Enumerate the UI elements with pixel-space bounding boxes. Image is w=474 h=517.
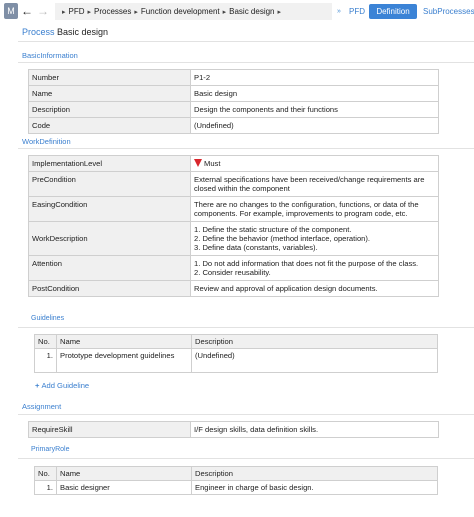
table-header-row: No. Name Description (34, 334, 438, 349)
primary-role-table: No. Name Description 1. Basic designer E… (34, 466, 438, 495)
section-header-primary-role: PrimaryRole (31, 446, 70, 453)
table-row: WorkDescription 1. Define the static str… (28, 221, 439, 256)
model-badge[interactable]: M (4, 3, 18, 19)
chevron-right-icon: ▸ (87, 8, 92, 16)
breadcrumb-item-pfd[interactable]: PFD (69, 7, 85, 16)
table-header-row: No. Name Description (34, 466, 438, 481)
back-arrow-icon[interactable]: ← (20, 3, 34, 19)
guideline-name[interactable]: Prototype development guidelines (56, 348, 192, 373)
property-value-name[interactable]: Basic design (190, 85, 439, 102)
property-label: RequireSkill (28, 421, 191, 438)
property-value-work-description[interactable]: 1. Define the static structure of the co… (190, 221, 439, 256)
property-value-require-skill[interactable]: I/F design skills, data definition skill… (190, 421, 439, 438)
table-row: Code (Undefined) (28, 117, 439, 134)
breadcrumb: ▸ PFD ▸ Processes ▸ Function development… (55, 3, 332, 20)
guidelines-table: No. Name Description 1. Prototype develo… (34, 334, 438, 373)
property-label: Attention (28, 255, 191, 281)
property-label: Description (28, 101, 191, 118)
table-row: EasingCondition There are no changes to … (28, 196, 439, 222)
table-row: Attention 1. Do not add information that… (28, 255, 439, 281)
chevron-right-icon: ▸ (62, 8, 66, 16)
property-value-number[interactable]: P1-2 (190, 69, 439, 86)
red-flag-icon (194, 159, 202, 167)
chevron-right-icon: ▸ (134, 8, 138, 16)
plus-icon: + (35, 381, 40, 390)
basic-information-table: Number P1-2 Name Basic design Descriptio… (28, 69, 439, 134)
forward-arrow-icon[interactable]: → (36, 3, 50, 19)
add-guideline-label: Add Guideline (41, 381, 90, 390)
section-header-assignment: Assignment (22, 402, 62, 411)
property-value-precondition[interactable]: External specifications have been receiv… (190, 171, 439, 197)
section-header-work-definition: WorkDefinition (22, 137, 71, 146)
property-value-code[interactable]: (Undefined) (190, 117, 439, 134)
table-row: ImplementationLevel Must (28, 155, 439, 172)
role-name[interactable]: Basic designer (56, 480, 192, 495)
table-row[interactable]: 1. Prototype development guidelines (Und… (34, 348, 438, 373)
breadcrumb-item-basic-design[interactable]: Basic design (229, 7, 274, 16)
property-label: ImplementationLevel (28, 155, 191, 172)
table-row: Description Design the components and th… (28, 101, 439, 118)
property-label: PreCondition (28, 171, 191, 197)
table-row: PostCondition Review and approval of app… (28, 280, 439, 297)
property-value-implementation-level[interactable]: Must (190, 155, 439, 172)
property-label: Code (28, 117, 191, 134)
column-header-no: No. (34, 334, 57, 349)
work-definition-table: ImplementationLevel Must PreCondition Ex… (28, 155, 439, 297)
chevron-right-icon: ▸ (222, 8, 227, 16)
breadcrumb-item-processes[interactable]: Processes (94, 7, 131, 16)
property-value-description[interactable]: Design the components and their function… (190, 101, 439, 118)
column-header-name: Name (56, 466, 192, 481)
guideline-no: 1. (34, 348, 57, 373)
property-label: Name (28, 85, 191, 102)
table-row: RequireSkill I/F design skills, data def… (28, 421, 439, 438)
assignment-table: RequireSkill I/F design skills, data def… (28, 421, 439, 438)
page-kind: Process (22, 27, 55, 37)
divider (18, 41, 474, 42)
tab-pfd[interactable]: PFD (349, 4, 365, 19)
column-header-no: No. (34, 466, 57, 481)
section-header-basic-information: BasicInformation (22, 51, 78, 60)
page-name: Basic design (57, 27, 109, 37)
breadcrumb-item-function-development[interactable]: Function development (141, 7, 220, 16)
property-label: EasingCondition (28, 196, 191, 222)
add-guideline-button[interactable]: + Add Guideline (35, 381, 89, 390)
toolbar: M ← → ▸ PFD ▸ Processes ▸ Function devel… (0, 0, 474, 24)
property-label: PostCondition (28, 280, 191, 297)
implementation-level-text: Must (204, 159, 221, 168)
role-no: 1. (34, 480, 57, 495)
column-header-name: Name (56, 334, 192, 349)
column-header-description: Description (191, 466, 438, 481)
page-title: Process Basic design (22, 27, 108, 37)
divider (18, 148, 474, 149)
chevron-right-icon: ▸ (277, 8, 282, 16)
divider (18, 458, 474, 459)
property-value-easing-condition[interactable]: There are no changes to the configuratio… (190, 196, 439, 222)
table-row[interactable]: 1. Basic designer Engineer in charge of … (34, 480, 438, 495)
property-value-attention[interactable]: 1. Do not add information that does not … (190, 255, 439, 281)
divider (18, 327, 474, 328)
table-row: Name Basic design (28, 85, 439, 102)
role-description[interactable]: Engineer in charge of basic design. (191, 480, 438, 495)
column-header-description: Description (191, 334, 438, 349)
divider (18, 414, 474, 415)
property-value-postcondition[interactable]: Review and approval of application desig… (190, 280, 439, 297)
table-row: PreCondition External specifications hav… (28, 171, 439, 197)
guideline-description[interactable]: (Undefined) (191, 348, 438, 373)
tab-subprocesses[interactable]: SubProcesses (423, 4, 474, 19)
tab-definition[interactable]: Definition (369, 4, 417, 19)
property-label: WorkDescription (28, 221, 191, 256)
section-header-guidelines: Guidelines (31, 315, 65, 322)
double-chevron-icon: » (337, 8, 341, 15)
divider (18, 62, 474, 63)
property-label: Number (28, 69, 191, 86)
table-row: Number P1-2 (28, 69, 439, 86)
